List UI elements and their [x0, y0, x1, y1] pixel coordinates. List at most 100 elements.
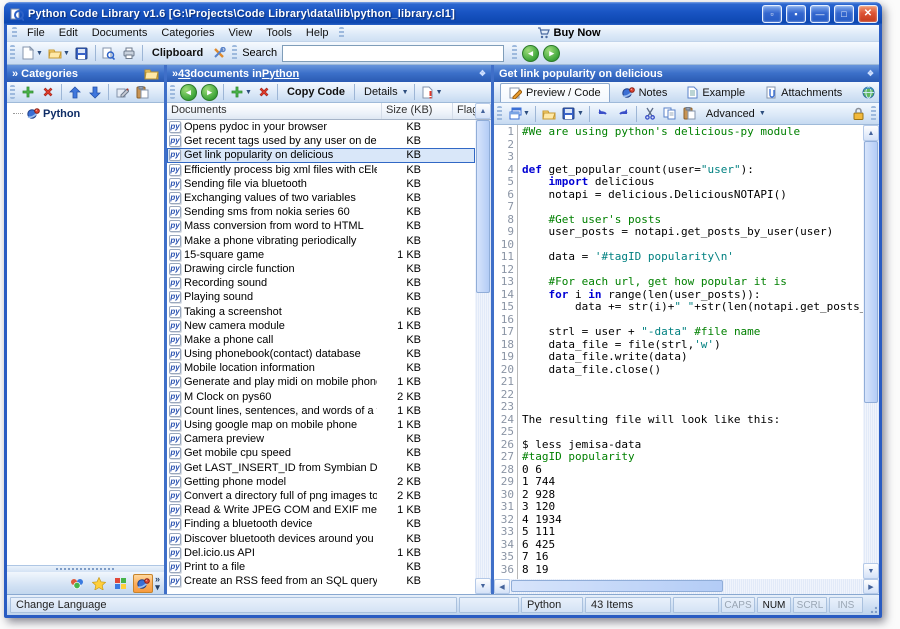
- stay-on-top-button[interactable]: ▪: [786, 5, 806, 23]
- category-link[interactable]: Python: [262, 68, 299, 80]
- menu-item-tools[interactable]: Tools: [259, 26, 299, 40]
- move-up-button[interactable]: [65, 83, 85, 102]
- lock-button[interactable]: [848, 104, 868, 123]
- roll-up-button[interactable]: ▫: [762, 5, 782, 23]
- cut-button[interactable]: [640, 104, 660, 123]
- pane-menu-icon[interactable]: ❖: [867, 69, 874, 78]
- table-row[interactable]: pyNew camera module1 KB: [167, 319, 475, 333]
- new-document-button[interactable]: [18, 44, 38, 63]
- buy-now-menu-item[interactable]: Buy Now: [537, 27, 601, 39]
- shortcut-users-button[interactable]: [67, 574, 87, 593]
- shortcut-windows-button[interactable]: [111, 574, 131, 593]
- scroll-left-button[interactable]: ◀: [494, 579, 510, 594]
- documents-scrollbar[interactable]: ▼: [475, 120, 491, 594]
- menu-item-view[interactable]: View: [222, 26, 260, 40]
- tab-attachments[interactable]: Attachments: [756, 83, 851, 102]
- copy-button[interactable]: [660, 104, 680, 123]
- table-row[interactable]: pyGet link popularity on deliciousKB: [167, 148, 475, 162]
- tools-button[interactable]: [209, 44, 229, 63]
- shortcut-favorites-button[interactable]: [89, 574, 109, 593]
- toolbar-grip[interactable]: [871, 106, 876, 121]
- open-snippet-button[interactable]: [539, 104, 559, 123]
- table-row[interactable]: pyExchanging values of two variablesKB: [167, 191, 475, 205]
- scrollbar-thumb[interactable]: [511, 580, 723, 592]
- column-size[interactable]: Size (KB): [382, 103, 453, 119]
- close-button[interactable]: ✕: [858, 5, 878, 23]
- delete-category-button[interactable]: [38, 83, 58, 102]
- table-row[interactable]: pyM Clock on pys602 KB: [167, 390, 475, 404]
- scrollbar-thumb[interactable]: [864, 141, 878, 403]
- table-row[interactable]: pyRecording soundKB: [167, 276, 475, 290]
- table-row[interactable]: pyCount lines, sentences, and words of a…: [167, 404, 475, 418]
- table-row[interactable]: pyOpens pydoc in your browserKB: [167, 120, 475, 134]
- folder-icon[interactable]: [144, 68, 159, 80]
- save-button[interactable]: [72, 44, 92, 63]
- titlebar[interactable]: Python Code Library v1.6 [G:\Projects\Co…: [4, 2, 882, 25]
- tab-notes[interactable]: Notes: [612, 83, 677, 102]
- prev-document-button[interactable]: ◂: [180, 84, 197, 101]
- table-row[interactable]: pyDiscover bluetooth devices around youK…: [167, 531, 475, 545]
- scrollbar-thumb[interactable]: [476, 120, 490, 293]
- menu-item-categories[interactable]: Categories: [154, 26, 221, 40]
- edit-category-button[interactable]: [112, 83, 132, 102]
- pane-menu-icon[interactable]: ❖: [479, 69, 486, 78]
- editor-hscrollbar[interactable]: ◀ ▶: [494, 579, 879, 594]
- scroll-up-button[interactable]: ▲: [475, 103, 491, 119]
- search-input[interactable]: [282, 45, 504, 62]
- open-file-button[interactable]: [45, 44, 65, 63]
- table-row[interactable]: pyMass conversion from word to HTMLKB: [167, 219, 475, 233]
- table-row[interactable]: py15-square game1 KB: [167, 248, 475, 262]
- table-row[interactable]: pyGet mobile cpu speedKB: [167, 446, 475, 460]
- save-snippet-button[interactable]: [559, 104, 579, 123]
- document-count[interactable]: 43: [178, 68, 190, 80]
- toolbar-grip[interactable]: [10, 85, 15, 99]
- scroll-up-button[interactable]: ▲: [863, 125, 879, 141]
- tree-item-python[interactable]: Python: [7, 106, 164, 121]
- table-row[interactable]: pyGetting phone model2 KB: [167, 475, 475, 489]
- flag-button[interactable]: [418, 83, 438, 102]
- table-row[interactable]: pyMake a phone callKB: [167, 333, 475, 347]
- search-next-button[interactable]: ▸: [543, 45, 560, 62]
- tab-preview-code[interactable]: Preview / Code: [500, 83, 610, 102]
- undo-button[interactable]: [593, 104, 613, 123]
- add-category-button[interactable]: [18, 83, 38, 102]
- next-document-button[interactable]: ▸: [201, 84, 218, 101]
- advanced-dropdown[interactable]: Advanced: [700, 108, 761, 120]
- clipboard-button[interactable]: Clipboard: [146, 47, 209, 59]
- table-row[interactable]: pyPlaying soundKB: [167, 290, 475, 304]
- preview-button[interactable]: [99, 44, 119, 63]
- table-row[interactable]: pyRead & Write JPEG COM and EXIF metadat…: [167, 503, 475, 517]
- minimize-button[interactable]: —: [810, 5, 830, 23]
- details-dropdown[interactable]: Details: [358, 86, 404, 98]
- menu-item-documents[interactable]: Documents: [85, 26, 155, 40]
- table-row[interactable]: pyFinding a bluetooth deviceKB: [167, 517, 475, 531]
- table-row[interactable]: pyGet LAST_INSERT_ID from Symbian DBMSKB: [167, 461, 475, 475]
- tab-internet[interactable]: Internet: [853, 83, 879, 102]
- table-row[interactable]: pyUsing google map on mobile phone1 KB: [167, 418, 475, 432]
- table-row[interactable]: pyDel.icio.us API1 KB: [167, 546, 475, 560]
- menu-item-help[interactable]: Help: [299, 26, 336, 40]
- move-down-button[interactable]: [85, 83, 105, 102]
- toolbar-grip[interactable]: [170, 85, 175, 99]
- column-documents[interactable]: Documents: [167, 103, 382, 119]
- copy-code-button[interactable]: Copy Code: [281, 86, 351, 98]
- table-row[interactable]: pySending file via bluetoothKB: [167, 177, 475, 191]
- table-row[interactable]: pyTaking a screenshotKB: [167, 304, 475, 318]
- column-flag[interactable]: Flag: [453, 103, 475, 119]
- table-row[interactable]: pyCamera previewKB: [167, 432, 475, 446]
- tab-example[interactable]: Example: [678, 83, 754, 102]
- table-row[interactable]: pyGet recent tags used by any user on de…: [167, 134, 475, 148]
- table-row[interactable]: pyConvert a directory full of png images…: [167, 489, 475, 503]
- scroll-right-button[interactable]: ▶: [863, 579, 879, 594]
- toolbar-grip[interactable]: [497, 106, 502, 121]
- table-row[interactable]: pyMake a phone vibrating periodicallyKB: [167, 234, 475, 248]
- scroll-down-button[interactable]: ▼: [475, 578, 491, 594]
- table-row[interactable]: pyGenerate and play midi on mobile phone…: [167, 375, 475, 389]
- view-mode-button[interactable]: [505, 104, 525, 123]
- code-lines[interactable]: #We are using python's delicious-py modu…: [518, 125, 863, 579]
- print-button[interactable]: [119, 44, 139, 63]
- shortcut-splitter[interactable]: [7, 565, 164, 572]
- shortcut-python-button[interactable]: [133, 574, 153, 593]
- code-editor[interactable]: 1234567891011121314151617181920212223242…: [494, 125, 879, 579]
- paste-button[interactable]: [680, 104, 700, 123]
